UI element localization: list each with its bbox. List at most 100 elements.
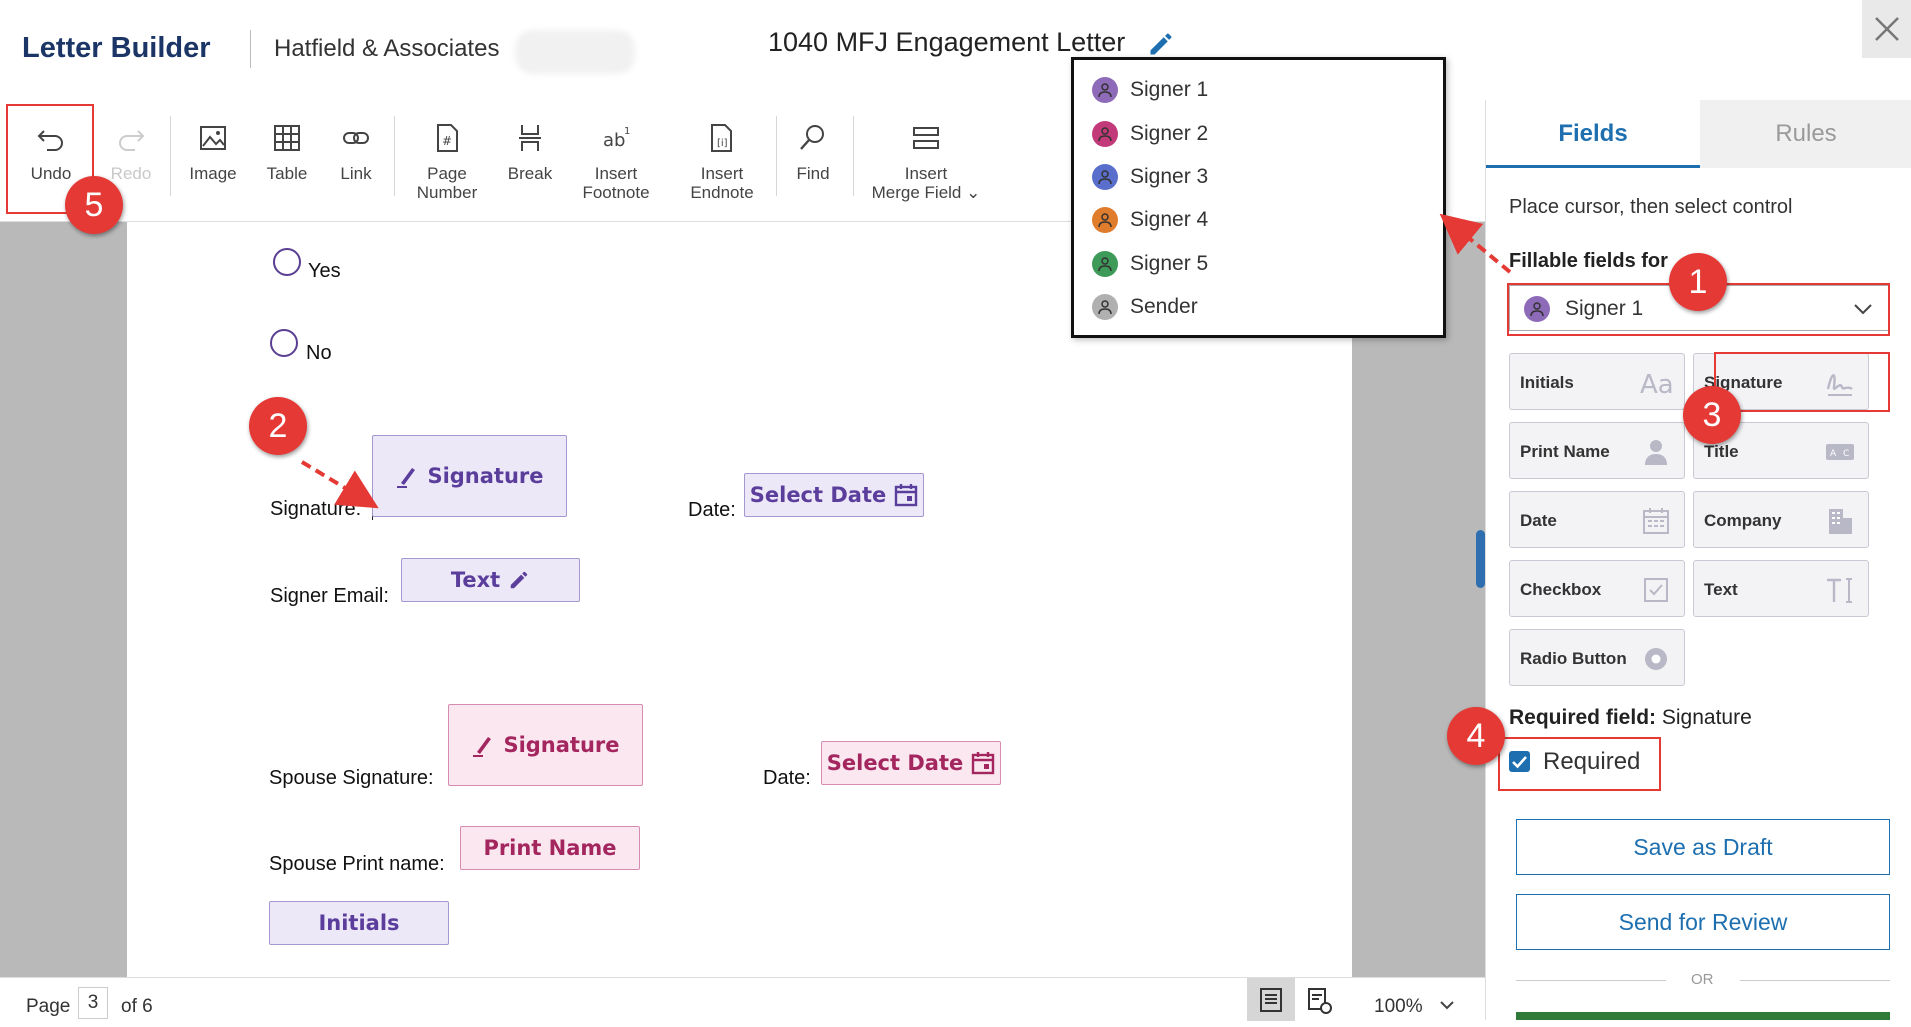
table-label: Table — [266, 164, 308, 183]
signer-option-5[interactable]: Signer 5 — [1092, 246, 1208, 282]
page-number-label-1: Page — [427, 164, 467, 183]
signer-option-4[interactable]: Signer 4 — [1092, 202, 1208, 238]
web-layout-icon — [1308, 988, 1332, 1014]
svg-text:C: C — [1843, 449, 1849, 459]
signer-email-label: Signer Email: — [270, 585, 389, 607]
tab-fields[interactable]: Fields — [1486, 100, 1700, 168]
merge-label-1: Insert — [904, 164, 948, 183]
endnote-label-2: Endnote — [690, 183, 754, 202]
svg-text:ab: ab — [603, 130, 625, 151]
zoom-level[interactable]: 100% — [1374, 996, 1423, 1018]
insert-footnote-button[interactable]: ab 1 Insert Footnote — [570, 100, 662, 222]
toolbar-separator — [853, 116, 854, 196]
endnote-label-1: Insert — [700, 164, 744, 183]
user-icon — [1092, 77, 1118, 103]
control-date[interactable]: Date — [1509, 491, 1685, 548]
page-label: Page — [26, 996, 71, 1017]
signer-option-1[interactable]: Signer 1 — [1092, 72, 1208, 108]
step-badge-2: 2 — [249, 397, 307, 455]
highlight-required — [1498, 737, 1661, 791]
spouse-date-label: Date: — [763, 767, 811, 789]
find-button[interactable]: Find — [780, 100, 846, 222]
status-bar: Page 3 of 6 100% — [0, 977, 1485, 1021]
text-field-label: Text — [450, 568, 501, 592]
merge-field-icon — [913, 127, 939, 149]
signer-option-label: Sender — [1130, 295, 1198, 318]
step-badge-5: 5 — [65, 176, 123, 234]
required-field-label: Required field: — [1509, 706, 1657, 729]
spouse-signature-label: Spouse Signature: — [269, 767, 434, 789]
control-print-name[interactable]: Print Name — [1509, 422, 1685, 479]
signature-field[interactable]: Signature — [372, 435, 567, 517]
signer-option-sender[interactable]: Sender — [1092, 289, 1198, 325]
svg-text:#: # — [442, 134, 452, 148]
print-layout-button[interactable] — [1247, 978, 1295, 1021]
user-icon — [1092, 251, 1118, 277]
footnote-icon: ab1 — [603, 126, 630, 151]
spouse-signature-field[interactable]: Signature — [448, 704, 643, 786]
footnote-label-2: Footnote — [582, 183, 650, 202]
link-label: Link — [340, 164, 372, 183]
control-checkbox[interactable]: Checkbox — [1509, 560, 1685, 617]
fields-panel: Fields Rules Place cursor, then select c… — [1485, 100, 1911, 1020]
panel-instruction: Place cursor, then select control — [1509, 196, 1793, 218]
print-name-field-label: Print Name — [483, 836, 617, 860]
firm-name: Hatfield & Associates — [274, 35, 500, 62]
initials-field-label: Initials — [318, 911, 400, 935]
initials-field[interactable]: Initials — [269, 901, 449, 945]
spouse-select-date-field[interactable]: Select Date — [821, 741, 1001, 785]
save-draft-button[interactable]: Save as Draft — [1516, 819, 1890, 875]
radio-no[interactable] — [270, 329, 298, 357]
spouse-signature-field-label: Signature — [503, 733, 620, 757]
insert-table-button[interactable]: Table — [250, 100, 324, 222]
primary-action-button[interactable] — [1516, 1012, 1890, 1020]
step-badge-4: 4 — [1447, 707, 1505, 765]
link-icon — [343, 132, 369, 144]
insert-break-button[interactable]: Break — [490, 100, 570, 222]
font-icon: Aa — [1640, 370, 1672, 399]
redo-icon — [119, 130, 145, 151]
pencil-icon[interactable] — [1147, 30, 1175, 58]
svg-text:1: 1 — [624, 126, 630, 137]
insert-endnote-button[interactable]: [i] Insert Endnote — [676, 100, 768, 222]
signature-field-label: Signature — [427, 464, 544, 488]
signer-option-3[interactable]: Signer 3 — [1092, 159, 1208, 195]
select-date-field[interactable]: Select Date — [744, 473, 924, 517]
highlight-signature-control — [1714, 352, 1890, 412]
image-icon — [200, 126, 226, 150]
print-name-field[interactable]: Print Name — [460, 826, 640, 870]
send-review-button[interactable]: Send for Review — [1516, 894, 1890, 950]
endnote-icon: [i] — [711, 124, 732, 152]
scrollbar-thumb[interactable] — [1476, 530, 1485, 588]
text-field[interactable]: Text — [401, 558, 580, 602]
signer-dropdown-menu: Signer 1 Signer 2 Signer 3 Signer 4 Sign… — [1071, 57, 1446, 338]
yes-label: Yes — [308, 260, 341, 282]
tab-rules[interactable]: Rules — [1700, 100, 1911, 168]
close-button[interactable] — [1862, 0, 1911, 58]
user-icon — [1092, 294, 1118, 320]
person-icon — [1645, 440, 1667, 465]
insert-image-button[interactable]: Image — [176, 100, 250, 222]
control-company[interactable]: Company — [1693, 491, 1869, 548]
chevron-down-icon[interactable] — [1438, 996, 1456, 1014]
radio-yes[interactable] — [273, 248, 301, 276]
search-icon — [800, 125, 824, 150]
signer-option-2[interactable]: Signer 2 — [1092, 116, 1208, 152]
page-number-input[interactable]: 3 — [78, 987, 108, 1019]
control-initials[interactable]: Initials Aa — [1509, 353, 1685, 410]
web-layout-button[interactable] — [1305, 986, 1335, 1016]
control-text[interactable]: Text — [1693, 560, 1869, 617]
signer-option-label: Signer 3 — [1130, 165, 1209, 188]
divider — [1740, 980, 1890, 981]
fillable-fields-label: Fillable fields for — [1509, 250, 1668, 272]
merge-label-2: Merge Field ⌄ — [871, 183, 981, 202]
toolbar-separator — [394, 116, 395, 196]
divider — [1516, 980, 1666, 981]
table-icon — [274, 125, 300, 151]
control-radio-button[interactable]: Radio Button — [1509, 629, 1685, 686]
insert-link-button[interactable]: Link — [324, 100, 388, 222]
find-label: Find — [796, 164, 830, 183]
insert-merge-field-button[interactable]: Insert Merge Field ⌄ — [862, 100, 990, 222]
no-label: No — [306, 342, 332, 364]
page-number-button[interactable]: # Page Number — [404, 100, 490, 222]
